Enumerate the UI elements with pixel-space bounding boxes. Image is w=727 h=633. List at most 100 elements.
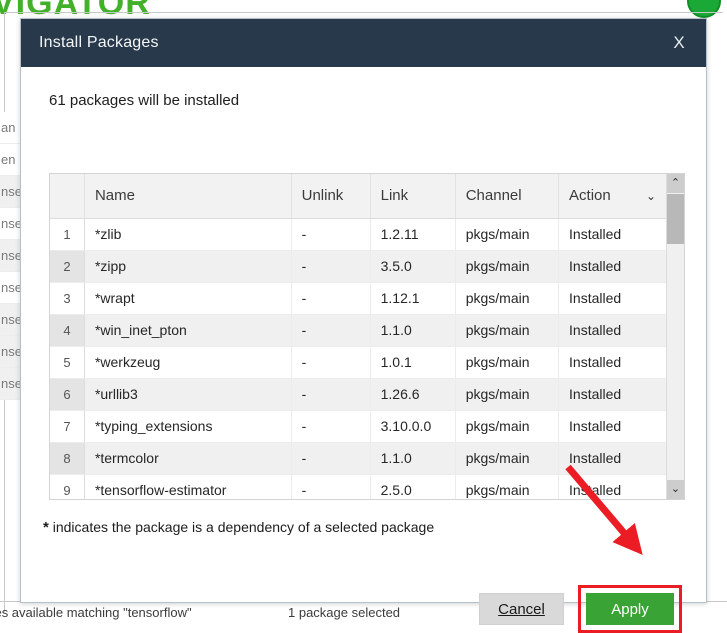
- background-row: nse: [0, 336, 22, 368]
- background-row: nse: [0, 208, 22, 240]
- cell-channel: pkgs/main: [455, 314, 560, 347]
- table-row[interactable]: 9 *tensorflow-estimator -2.5.0 pkgs/main Ins…: [50, 474, 666, 499]
- row-index: 4: [50, 314, 85, 347]
- install-packages-dialog: Install Packages X 61 packages will be i…: [20, 18, 707, 633]
- cell-unlink-version: -: [291, 314, 371, 347]
- table-row[interactable]: 3 *wrapt -1.12.1 pkgs/main Installed: [50, 282, 666, 315]
- cancel-button[interactable]: Cancel: [479, 593, 564, 625]
- table-header-row: Name Unlink Link Channel Action ⌄: [50, 174, 666, 219]
- cell-package-name: *termcolor: [84, 442, 292, 475]
- background-row: nse: [0, 176, 22, 208]
- cell-package-name: *urllib3: [84, 378, 292, 411]
- column-header-action[interactable]: Action ⌄: [558, 174, 666, 219]
- cell-unlink-version: -: [291, 474, 371, 499]
- row-index: 6: [50, 378, 85, 411]
- cell-action: Installed: [558, 282, 666, 315]
- cell-package-name: *werkzeug: [84, 346, 292, 379]
- row-index: 9: [50, 474, 85, 499]
- cell-channel: pkgs/main: [455, 250, 560, 283]
- cell-package-name: *typing_extensions: [84, 410, 292, 443]
- scroll-down-icon[interactable]: ⌄: [667, 480, 684, 499]
- package-table-body: 1 *zlib -1.2.11 pkgs/main Installed 2 *zipp -3.…: [50, 218, 666, 499]
- apply-button[interactable]: Apply: [586, 593, 674, 625]
- table-row[interactable]: 4 *win_inet_pton -1.1.0 pkgs/main Installed: [50, 314, 666, 347]
- table-row[interactable]: 5 *werkzeug -1.0.1 pkgs/main Installed: [50, 346, 666, 379]
- close-icon[interactable]: X: [666, 30, 692, 56]
- cell-link-version: 3.5.0: [370, 250, 456, 283]
- row-index: 3: [50, 282, 85, 315]
- package-table: Name Unlink Link Channel Action ⌄ 1 *zlib…: [50, 174, 666, 499]
- cell-unlink-version: -: [291, 218, 371, 251]
- cell-link-version: 2.5.0: [370, 474, 456, 499]
- background-package-table-strip: an en nse nse nse nse nse nse nse: [0, 112, 22, 598]
- cell-channel: pkgs/main: [455, 282, 560, 315]
- cell-link-version: 1.0.1: [370, 346, 456, 379]
- cell-action: Installed: [558, 250, 666, 283]
- package-table-header: Name Unlink Link Channel Action ⌄: [50, 174, 666, 219]
- cell-channel: pkgs/main: [455, 474, 560, 499]
- cell-link-version: 1.1.0: [370, 442, 456, 475]
- package-table-container: Name Unlink Link Channel Action ⌄ 1 *zlib…: [49, 173, 685, 500]
- cell-action: Installed: [558, 474, 666, 499]
- column-header-index[interactable]: [50, 174, 85, 219]
- column-header-channel[interactable]: Channel: [455, 174, 560, 219]
- install-summary-text: 61 packages will be installed: [49, 92, 240, 109]
- cell-unlink-version: -: [291, 282, 371, 315]
- cell-unlink-version: -: [291, 250, 371, 283]
- cell-action: Installed: [558, 442, 666, 475]
- status-bar-search-text: ages available matching "tensorflow": [0, 605, 192, 620]
- cell-package-name: *zlib: [84, 218, 292, 251]
- dialog-body: 61 packages will be installed Name Unlin…: [21, 67, 706, 633]
- table-row[interactable]: 8 *termcolor -1.1.0 pkgs/main Installed: [50, 442, 666, 475]
- column-header-link[interactable]: Link: [370, 174, 456, 219]
- cell-package-name: *wrapt: [84, 282, 292, 315]
- table-row[interactable]: 2 *zipp -3.5.0 pkgs/main Installed: [50, 250, 666, 283]
- dependency-note: * indicates the package is a dependency …: [43, 519, 434, 536]
- cell-unlink-version: -: [291, 378, 371, 411]
- cell-channel: pkgs/main: [455, 442, 560, 475]
- apply-button-highlight: Apply: [578, 585, 682, 633]
- column-header-unlink[interactable]: Unlink: [291, 174, 371, 219]
- cell-link-version: 1.2.11: [370, 218, 456, 251]
- chevron-down-icon[interactable]: ⌄: [646, 190, 656, 202]
- package-table-scroll-area: Name Unlink Link Channel Action ⌄ 1 *zlib…: [50, 174, 666, 499]
- cell-unlink-version: -: [291, 442, 371, 475]
- column-header-name[interactable]: Name: [84, 174, 292, 219]
- dependency-note-text: indicates the package is a dependency of…: [48, 519, 435, 535]
- cell-action: Installed: [558, 410, 666, 443]
- scrollbar-thumb[interactable]: [667, 194, 684, 244]
- table-row[interactable]: 6 *urllib3-1.26.6 pkgs/main Installed: [50, 378, 666, 411]
- cell-link-version: 1.26.6: [370, 378, 456, 411]
- table-row[interactable]: 7 *typing_extensions -3.10.0.0 pkgs/main Ins…: [50, 410, 666, 443]
- dialog-button-row: Cancel Apply: [479, 585, 682, 633]
- cell-action: Installed: [558, 314, 666, 347]
- row-index: 2: [50, 250, 85, 283]
- cell-unlink-version: -: [291, 410, 371, 443]
- cell-link-version: 3.10.0.0: [370, 410, 456, 443]
- cell-package-name: *tensorflow-estimator: [84, 474, 292, 499]
- cell-package-name: *zipp: [84, 250, 292, 283]
- cell-action: Installed: [558, 218, 666, 251]
- cell-link-version: 1.12.1: [370, 282, 456, 315]
- cell-channel: pkgs/main: [455, 378, 560, 411]
- row-index: 7: [50, 410, 85, 443]
- cell-link-version: 1.1.0: [370, 314, 456, 347]
- row-index: 5: [50, 346, 85, 379]
- column-header-action-label: Action: [569, 187, 611, 205]
- cell-channel: pkgs/main: [455, 346, 560, 379]
- background-row: an: [0, 112, 22, 144]
- cell-action: Installed: [558, 378, 666, 411]
- background-row: nse: [0, 272, 22, 304]
- row-index: 1: [50, 218, 85, 251]
- background-row: en: [0, 144, 22, 176]
- table-vertical-scrollbar[interactable]: ⌃ ⌄: [666, 174, 684, 499]
- scroll-up-icon[interactable]: ⌃: [667, 174, 684, 193]
- table-row[interactable]: 1 *zlib -1.2.11 pkgs/main Installed: [50, 218, 666, 251]
- background-row: nse: [0, 368, 22, 400]
- cell-channel: pkgs/main: [455, 218, 560, 251]
- cell-unlink-version: -: [291, 346, 371, 379]
- status-bar-selection-text: 1 package selected: [288, 605, 401, 620]
- background-row: nse: [0, 240, 22, 272]
- cell-channel: pkgs/main: [455, 410, 560, 443]
- background-row: nse: [0, 304, 22, 336]
